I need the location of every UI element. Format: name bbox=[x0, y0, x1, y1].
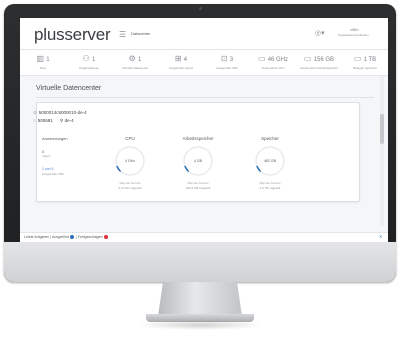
section-label[interactable]: Datacenter bbox=[131, 31, 151, 36]
stat-number: 1 bbox=[46, 57, 50, 63]
hamburger-icon[interactable]: ☰ bbox=[119, 30, 126, 39]
metric-allocated: 0.0 GHz zugeteilt bbox=[118, 186, 142, 190]
stat-value: ⚇ 1 bbox=[66, 55, 112, 64]
logo: plusserver bbox=[34, 25, 111, 44]
stat-number: 156 GB bbox=[313, 57, 335, 63]
stat-sites[interactable]: ▥ 1 Sites bbox=[20, 50, 66, 76]
failed-dot bbox=[103, 235, 108, 240]
stat-value: ⊡ 3 bbox=[204, 55, 250, 64]
stat-verwendeter-arbeitsspeicher[interactable]: ▭ 156 GB Verwendeter Arbeitsspeicher bbox=[296, 50, 342, 76]
metric-allocated: 100.0 GB zugeteilt bbox=[185, 186, 211, 190]
stat-organisationen[interactable]: ⚇ 1 Organisationen bbox=[66, 50, 112, 76]
close-icon[interactable]: ✕ bbox=[379, 234, 382, 239]
failed-label: Fehlgeschlagen bbox=[77, 235, 103, 239]
apps-count-label: vApps bbox=[42, 154, 51, 158]
stat-label: Ausgerollte VMs bbox=[216, 66, 238, 70]
stat-number: 4 bbox=[183, 57, 188, 63]
grid-icon: ⊞ bbox=[174, 54, 184, 63]
gauge-value: 482 GB bbox=[264, 159, 276, 163]
location-icon: ⚲ bbox=[60, 118, 64, 123]
stat-label: Sites bbox=[39, 66, 47, 70]
stat-ausgerollte-vapps[interactable]: ⊞ 4 Ausgerollte vApps bbox=[158, 50, 204, 76]
stand-shadow bbox=[136, 320, 264, 330]
id-icon: ○ bbox=[33, 118, 36, 123]
monitor-stand-neck bbox=[158, 282, 242, 316]
user-org: Organisationseinheiten · bbox=[338, 33, 371, 37]
stat-value: ▭ 1 TB bbox=[342, 55, 388, 64]
metric-billing: Pay-As-You-Go bbox=[187, 181, 209, 185]
status-text[interactable]: Letzte Aufgaben | Ausgeführt | Fehlgeschl… bbox=[24, 235, 110, 240]
scrollbar-thumb[interactable] bbox=[380, 114, 384, 144]
datacenter-icon: ⊙ bbox=[33, 110, 37, 115]
user-id[interactable]: <ID> bbox=[350, 27, 359, 32]
stat-number: 3 bbox=[229, 57, 234, 63]
page-title: Virtuelle Datencenter bbox=[36, 85, 102, 92]
stat-label: Organisationen bbox=[78, 66, 100, 70]
stat-value: ▥ 1 bbox=[20, 55, 66, 64]
executed-dot bbox=[69, 235, 74, 240]
memory-icon: ▭ bbox=[303, 54, 314, 63]
title-divider bbox=[36, 97, 374, 98]
cpu-icon: ▭ bbox=[257, 54, 268, 63]
stat-value: ⊞ 4 bbox=[158, 55, 204, 64]
stat-number: 1 TB bbox=[363, 57, 377, 63]
org-id: 500691 bbox=[37, 118, 53, 123]
stat-value: ▭ 156 GB bbox=[296, 55, 342, 64]
vms-link[interactable]: 1 von 3 bbox=[42, 167, 53, 171]
datacenter-meta: ○ 500691 ⚲ de-4 bbox=[33, 118, 74, 124]
vm-icon: ⊡ bbox=[220, 54, 230, 63]
stat-label: Belegter Speicher bbox=[353, 66, 377, 70]
user-icon[interactable]: ◎▾ bbox=[315, 29, 325, 37]
executed-label: Ausgeführt bbox=[51, 235, 69, 239]
metric-allocated: 4.0 TB zugeteilt bbox=[259, 186, 281, 190]
stat-number: 1 bbox=[138, 57, 142, 63]
vms-link-label: Ausgerollte VMs bbox=[42, 172, 64, 176]
gauge-value: 4 GB bbox=[194, 159, 202, 163]
stat-number: 46 GHz bbox=[267, 57, 289, 63]
datacenter-id-text: 5000014c5000010-de-4 bbox=[38, 110, 87, 115]
stat-label: Virtuelle Datacenter bbox=[121, 66, 149, 70]
stat-value: ▭ 46 GHz bbox=[250, 55, 296, 64]
building-icon: ▥ bbox=[36, 54, 47, 63]
stat-label: Verwendete CPU bbox=[261, 66, 285, 70]
stat-label: Ausgerollte vApps bbox=[168, 66, 194, 70]
stat-virtuelle-datacenter[interactable]: ⚙ 1 Virtuelle Datacenter bbox=[112, 50, 158, 76]
webcam bbox=[199, 7, 202, 10]
top-bar: plusserver ☰ Datacenter ◎▾ <ID> Organisa… bbox=[20, 18, 388, 50]
stat-value: ⚙ 1 bbox=[112, 55, 158, 64]
metric-title-arbeitsspeicher: Arbeitsspeicher bbox=[182, 136, 214, 141]
stat-ausgerollte-vms[interactable]: ⊡ 3 Ausgerollte VMs bbox=[204, 50, 250, 76]
metric-billing: Pay-As-You-Go bbox=[259, 181, 281, 185]
datacenter-id[interactable]: ⊙ 5000014c5000010-de-4 bbox=[33, 110, 87, 116]
network-icon: ⚙ bbox=[128, 54, 139, 63]
metric-title-speicher: Speicher bbox=[261, 136, 279, 141]
stat-belegter-speicher[interactable]: ▭ 1 TB Belegter Speicher bbox=[342, 50, 388, 76]
users-icon: ⚇ bbox=[82, 54, 93, 63]
stats-bar: ▥ 1 Sites ⚇ 1 Organisationen ⚙ 1 Virtuelle Da… bbox=[20, 50, 388, 76]
monitor-chin bbox=[4, 242, 396, 282]
stat-label: Verwendeter Arbeitsspeicher bbox=[299, 66, 339, 70]
scrollbar-track[interactable] bbox=[380, 76, 384, 226]
storage-icon: ▭ bbox=[353, 54, 364, 63]
location-tag: de-4 bbox=[64, 118, 74, 123]
stat-verwendete-cpu[interactable]: ▭ 46 GHz Verwendete CPU bbox=[250, 50, 296, 76]
screen: plusserver ☰ Datacenter ◎▾ <ID> Organisa… bbox=[20, 18, 388, 242]
metric-billing: Pay-As-You-Go bbox=[119, 181, 141, 185]
stat-number: 1 bbox=[92, 57, 96, 63]
monitor: plusserver ☰ Datacenter ◎▾ <ID> Organisa… bbox=[4, 4, 396, 282]
recent-tasks-label: Letzte Aufgaben bbox=[24, 235, 50, 239]
gauge-value: 4 GHz bbox=[125, 159, 135, 163]
metric-title-cpu: CPU bbox=[125, 136, 135, 141]
apps-title: Anwendungen bbox=[42, 136, 68, 141]
